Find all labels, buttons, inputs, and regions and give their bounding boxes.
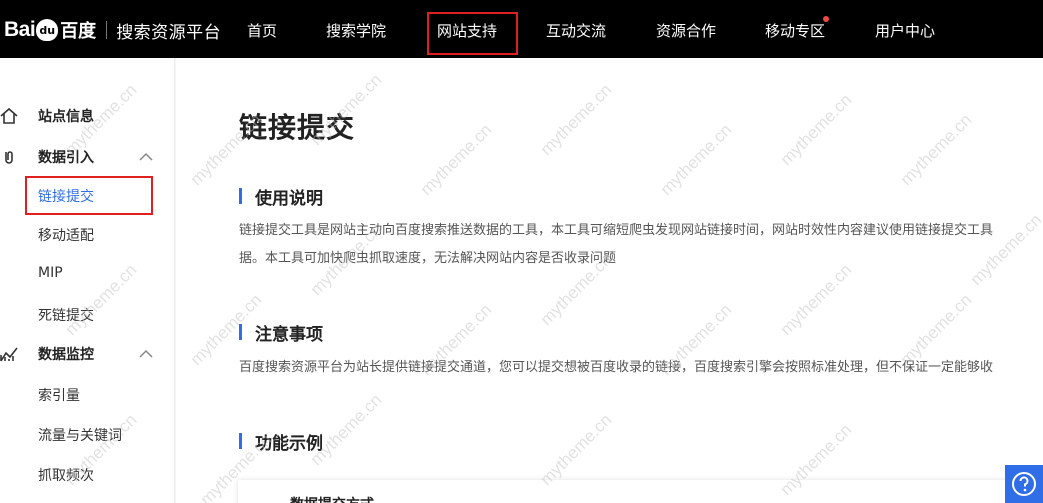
sidebar-item-dead-link-submit[interactable]: 死链提交 xyxy=(38,305,94,325)
main-content: 链接提交 使用说明 链接提交工具是网站主动向百度搜索推送数据的工具，本工具可缩短… xyxy=(176,58,1043,503)
sidebar-group-data-monitor[interactable]: 数据监控 xyxy=(0,334,175,374)
section-title: 功能示例 xyxy=(255,433,323,454)
nav-home[interactable]: 首页 xyxy=(247,0,277,58)
sidebar-item-crawl-frequency[interactable]: 抓取频次 xyxy=(38,465,94,485)
submit-method-card: 数据提交方式 xyxy=(238,480,1043,503)
logo-text: Bai xyxy=(4,18,36,41)
section-accent-bar xyxy=(239,324,242,340)
section-usage: 使用说明 xyxy=(239,185,323,209)
page-title: 链接提交 xyxy=(239,111,356,144)
sidebar-item-traffic-keywords[interactable]: 流量与关键词 xyxy=(38,425,122,445)
help-icon xyxy=(1012,472,1036,496)
sidebar-group-label: 数据监控 xyxy=(38,347,94,363)
nav-mobile-zone[interactable]: 移动专区 xyxy=(765,0,825,58)
section-examples: 功能示例 xyxy=(239,430,323,454)
nav-highlight-box xyxy=(427,12,518,55)
section-accent-bar xyxy=(239,188,242,204)
nav-user-center[interactable]: 用户中心 xyxy=(875,0,935,58)
platform-name: 搜索资源平台 xyxy=(116,22,222,43)
usage-text-line: 链接提交工具是网站主动向百度搜索推送数据的工具，本工具可缩短爬虫发现网站链接时间… xyxy=(239,223,994,238)
chevron-up-icon[interactable] xyxy=(138,346,154,362)
link-icon xyxy=(5,151,13,164)
sidebar-group-label: 数据引入 xyxy=(38,150,94,166)
sidebar-group-site-info[interactable]: 站点信息 xyxy=(0,96,175,136)
sidebar: 站点信息 数据引入 链接提交 移动适配 MIP 死链提交 数据监控 索引量 流量… xyxy=(0,58,175,503)
usage-text-line: 据。本工具可加快爬虫抓取速度，无法解决网站内容是否收录问题 xyxy=(239,251,617,266)
card-title: 数据提交方式 xyxy=(290,494,374,503)
nav-search-academy[interactable]: 搜索学院 xyxy=(326,0,386,58)
top-navigation-bar: Bai du 百度 搜索资源平台 首页 搜索学院 网站支持 互动交流 资源合作 … xyxy=(0,0,1043,58)
section-title: 使用说明 xyxy=(255,188,323,209)
sidebar-item-mip[interactable]: MIP xyxy=(38,265,63,281)
section-notes: 注意事项 xyxy=(239,321,323,345)
help-button[interactable] xyxy=(1005,465,1043,503)
chevron-up-icon[interactable] xyxy=(138,149,154,165)
notes-text-line: 百度搜索资源平台为站长提供链接提交通道，您可以提交想被百度收录的链接，百度搜索引… xyxy=(239,360,994,375)
paw-icon: du xyxy=(36,19,59,41)
nav-interaction[interactable]: 互动交流 xyxy=(546,0,606,58)
logo-divider xyxy=(106,21,108,39)
logo-chinese: 百度 xyxy=(60,21,97,42)
sidebar-item-index-volume[interactable]: 索引量 xyxy=(38,385,80,405)
home-icon xyxy=(0,107,18,124)
nav-resource-cooperation[interactable]: 资源合作 xyxy=(656,0,716,58)
notification-dot xyxy=(823,16,829,22)
section-title: 注意事项 xyxy=(255,324,323,345)
chart-icon xyxy=(0,347,18,362)
sidebar-item-mobile-adapt[interactable]: 移动适配 xyxy=(38,225,94,245)
sidebar-group-label: 站点信息 xyxy=(38,109,94,125)
sidebar-highlight-box xyxy=(25,176,153,215)
baidu-logo[interactable]: Bai du 百度 搜索资源平台 xyxy=(4,16,221,44)
sidebar-group-data-import[interactable]: 数据引入 xyxy=(0,137,175,177)
section-accent-bar xyxy=(239,433,242,449)
